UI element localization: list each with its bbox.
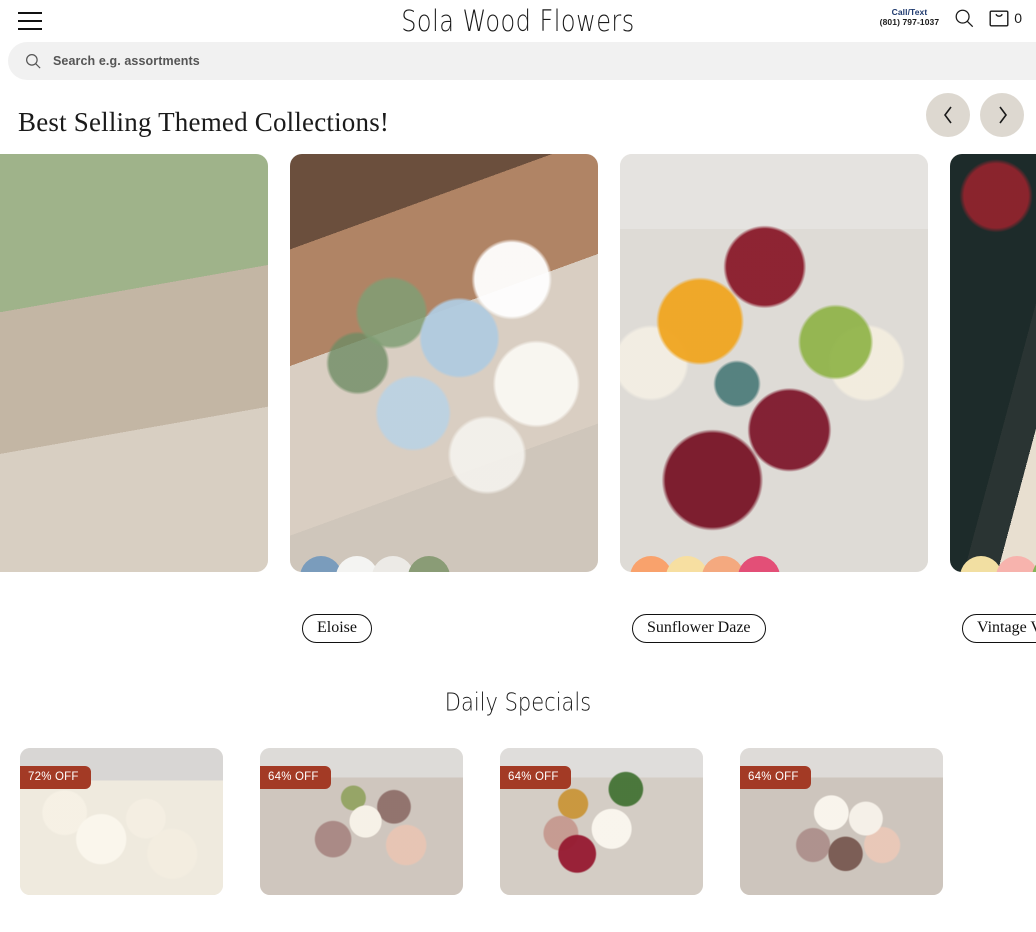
product-image[interactable]: 72% OFF: [20, 748, 223, 895]
search-bar[interactable]: Search e.g. assortments: [8, 42, 1036, 80]
collection-label-row: Eloise: [290, 614, 598, 644]
cart-button[interactable]: 0: [989, 9, 1022, 28]
collection-image[interactable]: [0, 154, 268, 572]
collection-name-pill[interactable]: Eloise: [302, 614, 372, 644]
shopping-bag-icon: [989, 10, 1009, 27]
product-card[interactable]: 64% OFF: [260, 748, 463, 895]
color-swatch[interactable]: [702, 556, 744, 572]
collection-card-partial-left[interactable]: [0, 154, 268, 643]
color-swatch[interactable]: [336, 556, 378, 572]
daily-specials-title: Daily Specials: [444, 687, 592, 717]
collection-name-pill[interactable]: Sunflower Daze: [632, 614, 766, 644]
color-swatch[interactable]: [738, 556, 780, 572]
collections-carousel[interactable]: Eloise Sunflower Daze Vintage: [0, 154, 1036, 664]
bride-holding-blue-and-white-bouquet-photo: [290, 154, 598, 572]
discount-badge: 72% OFF: [20, 766, 91, 789]
product-image[interactable]: 64% OFF: [500, 748, 703, 895]
product-image[interactable]: 64% OFF: [260, 748, 463, 895]
color-swatch[interactable]: [630, 556, 672, 572]
bride-and-groom-with-vintage-bouquet-photo: [950, 154, 1036, 572]
burgundy-and-marigold-bouquet-photo: [620, 154, 928, 572]
collection-card[interactable]: Vintage Vineyard: [950, 154, 1036, 644]
call-text-phone: (801) 797-1037: [879, 17, 940, 27]
collection-image[interactable]: [950, 154, 1036, 572]
search-input[interactable]: Search e.g. assortments: [53, 54, 200, 68]
chevron-left-icon: [943, 106, 952, 124]
product-image[interactable]: 64% OFF: [740, 748, 943, 895]
search-icon: [26, 54, 41, 69]
bouquet-photo: [0, 154, 268, 572]
search-icon[interactable]: [953, 7, 975, 29]
color-swatch[interactable]: [300, 556, 342, 572]
collection-card[interactable]: Sunflower Daze: [620, 154, 928, 644]
call-text-block[interactable]: Call/Text (801) 797-1037: [880, 8, 940, 27]
color-swatch[interactable]: [996, 556, 1036, 572]
collections-header: Best Selling Themed Collections!: [0, 90, 1036, 154]
product-card[interactable]: 72% OFF: [20, 748, 223, 895]
cart-count: 0: [1014, 10, 1022, 26]
chevron-right-icon: [998, 106, 1007, 124]
color-swatch[interactable]: [408, 556, 450, 572]
daily-specials-grid: 72% OFF 64% OFF 64% OFF 64% OFF: [0, 748, 1036, 895]
site-logo[interactable]: Sola Wood Flowers: [21, 4, 1016, 38]
collection-card[interactable]: Eloise: [290, 154, 598, 644]
carousel-nav: [926, 93, 1024, 137]
discount-badge: 64% OFF: [740, 766, 811, 789]
color-swatches: [960, 556, 1036, 572]
color-swatches: [630, 556, 780, 572]
carousel-prev-button[interactable]: [926, 93, 970, 137]
discount-badge: 64% OFF: [260, 766, 331, 789]
page-title: Best Selling Themed Collections!: [18, 106, 390, 137]
site-header: Sola Wood Flowers Call/Text (801) 797-10…: [0, 0, 1036, 42]
discount-badge: 64% OFF: [500, 766, 571, 789]
collection-image[interactable]: [290, 154, 598, 572]
collection-label-row: Sunflower Daze: [620, 614, 928, 644]
header-actions: Call/Text (801) 797-1037 0: [880, 7, 1022, 29]
product-card[interactable]: 64% OFF: [740, 748, 943, 895]
carousel-next-button[interactable]: [980, 93, 1024, 137]
carousel-track: Eloise Sunflower Daze Vintage: [0, 154, 1036, 644]
collection-name-pill[interactable]: Vintage Vineyard: [962, 614, 1036, 644]
collection-label-row: Vintage Vineyard: [950, 614, 1036, 644]
product-card[interactable]: 64% OFF: [500, 748, 703, 895]
collection-image[interactable]: [620, 154, 928, 572]
color-swatch[interactable]: [960, 556, 1002, 572]
color-swatch[interactable]: [666, 556, 708, 572]
color-swatches: [300, 556, 450, 572]
color-swatch[interactable]: [372, 556, 414, 572]
